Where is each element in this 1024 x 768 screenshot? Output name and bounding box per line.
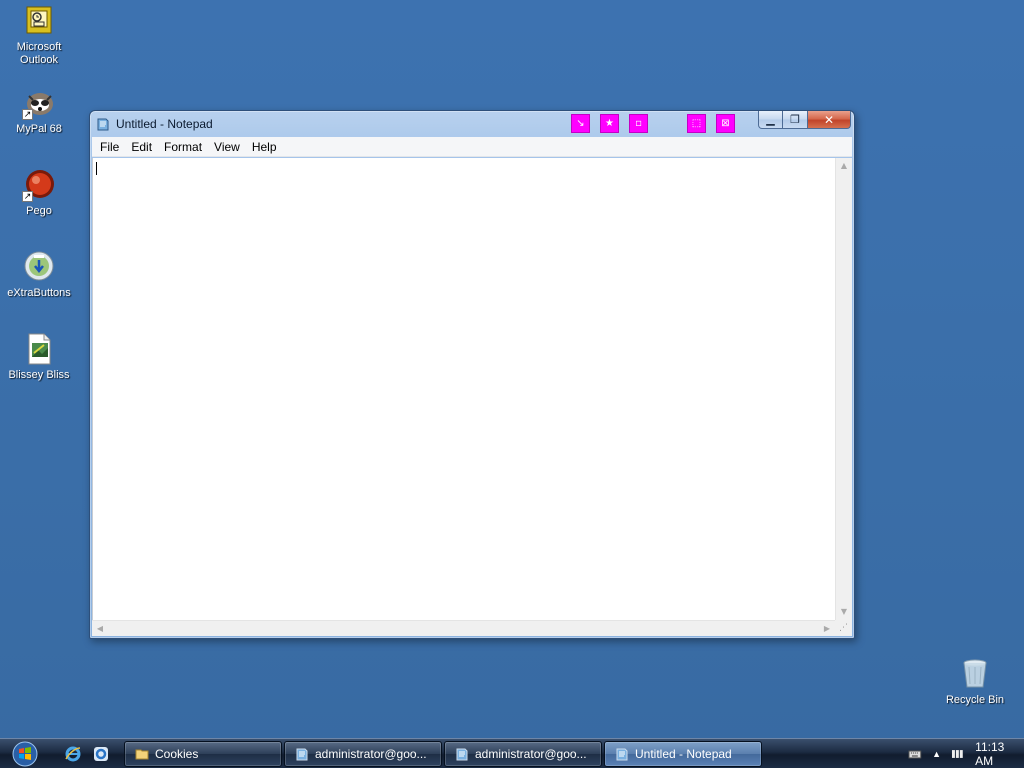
maximize-icon: ❐ <box>790 113 800 126</box>
desktop-icon-label: Pego <box>26 205 52 217</box>
minimize-button[interactable]: ▁ <box>758 111 783 129</box>
move-down-button[interactable]: ↘ <box>571 114 590 133</box>
notepad-window[interactable]: Untitled - Notepad ↘ ★ ▫ ⬚ ⊠ ▁ ❐ ✕ File … <box>89 110 855 639</box>
taskbar-button-cookies[interactable]: Cookies <box>124 741 282 767</box>
desktop-icon-label: MyPal 68 <box>16 123 62 135</box>
menu-format[interactable]: Format <box>158 137 208 157</box>
roll-up-button[interactable]: ⬚ <box>687 114 706 133</box>
desktop-icon-mypal[interactable]: ↗ MyPal 68 <box>1 86 77 136</box>
desktop-icon-outlook[interactable]: Microsoft Outlook <box>1 4 77 67</box>
scroll-right-icon[interactable]: ▶ <box>819 621 835 637</box>
shortcut-arrow-icon: ↗ <box>22 191 33 202</box>
image-file-icon <box>22 332 56 366</box>
text-editor-area[interactable] <box>92 158 835 620</box>
desktop-icon-label: eXtraButtons <box>7 287 71 299</box>
pego-icon: ↗ <box>22 168 56 202</box>
move-down-icon: ↘ <box>576 118 585 129</box>
shortcut-arrow-icon: ↗ <box>22 109 33 120</box>
minimize-to-tray-icon: ▫ <box>635 118 642 129</box>
mypal-icon: ↗ <box>22 86 56 120</box>
window-title: Untitled - Notepad <box>116 117 213 131</box>
notepad-icon <box>97 118 109 131</box>
taskbar-button-label: Cookies <box>155 747 199 761</box>
menu-view[interactable]: View <box>208 137 246 157</box>
notepad-icon <box>296 748 308 761</box>
desktop-icon-recycle-bin[interactable]: Recycle Bin <box>937 657 1013 707</box>
menu-file[interactable]: File <box>94 137 125 157</box>
scroll-down-icon[interactable]: ▼ <box>836 604 852 620</box>
horizontal-scrollbar[interactable]: ◀ ▶ <box>92 620 835 636</box>
roll-up-icon: ⬚ <box>691 118 702 129</box>
text-caret <box>96 162 97 175</box>
taskbar-button-label: Untitled - Notepad <box>635 747 732 761</box>
outlook-icon <box>22 4 56 38</box>
start-button[interactable] <box>8 740 42 768</box>
taskbar-button-admin-2[interactable]: administrator@goo... <box>444 741 602 767</box>
notepad-icon <box>616 748 628 761</box>
minimize-to-tray-button[interactable]: ▫ <box>629 114 648 133</box>
scroll-left-icon[interactable]: ◀ <box>92 621 108 637</box>
desktop-icon-label: Recycle Bin <box>945 694 1005 706</box>
menu-bar: File Edit Format View Help <box>92 137 852 157</box>
desktop-icon-extrabuttons[interactable]: eXtraButtons <box>1 250 77 300</box>
desktop-icon-pego[interactable]: ↗ Pego <box>1 168 77 218</box>
title-bar[interactable]: Untitled - Notepad ↘ ★ ▫ ⬚ ⊠ ▁ ❐ ✕ <box>90 111 854 137</box>
ie-alt-icon[interactable] <box>92 745 110 763</box>
menu-edit[interactable]: Edit <box>125 137 158 157</box>
recycle-bin-icon <box>958 657 992 691</box>
taskbar-button-label: administrator@goo... <box>475 747 587 761</box>
keyboard-icon[interactable] <box>908 747 922 761</box>
favorite-button[interactable]: ★ <box>600 114 619 133</box>
taskbar-button-label: administrator@goo... <box>315 747 427 761</box>
system-tray: ▲ 11:13 AM <box>900 739 1024 768</box>
transparency-button[interactable]: ⊠ <box>716 114 735 133</box>
transparency-icon: ⊠ <box>721 118 730 129</box>
windows-start-orb-icon <box>12 741 38 767</box>
minimize-icon: ▁ <box>766 113 775 126</box>
show-hidden-icon[interactable]: ▲ <box>930 747 944 761</box>
network-icon[interactable] <box>951 747 965 761</box>
internet-explorer-icon[interactable] <box>64 745 82 763</box>
folder-icon <box>135 749 149 760</box>
maximize-button[interactable]: ❐ <box>783 111 808 129</box>
star-icon: ★ <box>605 118 614 129</box>
taskbar: Cookies administrator@goo... administrat… <box>0 738 1024 768</box>
menu-help[interactable]: Help <box>246 137 283 157</box>
clock[interactable]: 11:13 AM <box>975 740 1024 768</box>
notepad-icon <box>456 748 468 761</box>
taskbar-button-admin-1[interactable]: administrator@goo... <box>284 741 442 767</box>
scroll-up-icon[interactable]: ▲ <box>836 158 852 174</box>
extrabuttons-icon <box>22 250 56 284</box>
taskbar-button-notepad[interactable]: Untitled - Notepad <box>604 741 762 767</box>
desktop-icon-blissey-bliss[interactable]: Blissey Bliss <box>1 332 77 382</box>
vertical-scrollbar[interactable]: ▲ ▼ <box>835 158 852 620</box>
close-icon: ✕ <box>823 112 835 127</box>
close-button[interactable]: ✕ <box>808 111 851 129</box>
desktop-icon-label: Microsoft Outlook <box>16 41 62 66</box>
desktop-icon-label: Blissey Bliss <box>8 369 70 381</box>
resize-grip-icon[interactable]: ⋰ <box>835 620 852 636</box>
